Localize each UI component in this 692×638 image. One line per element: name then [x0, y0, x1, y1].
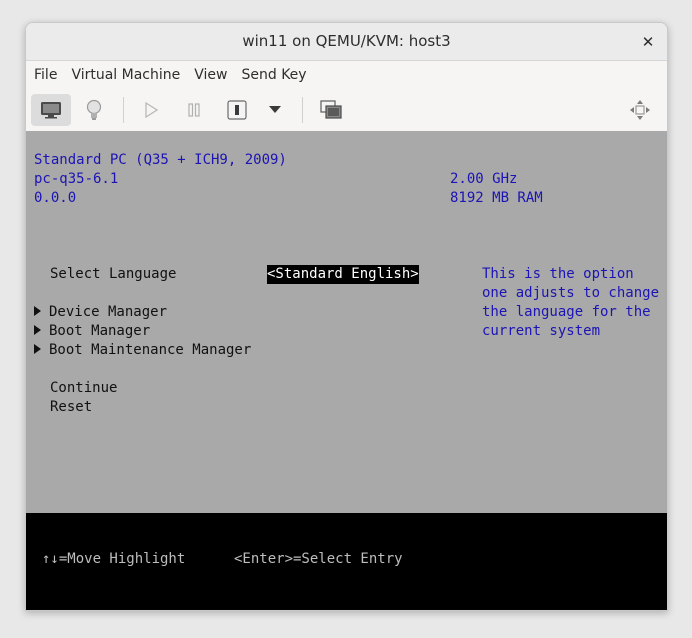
arrow-right-icon: [34, 325, 41, 335]
continue-option[interactable]: Continue: [50, 379, 117, 398]
chevron-down-icon: [269, 106, 281, 113]
language-value[interactable]: <Standard English>: [267, 265, 419, 284]
vm-display[interactable]: Standard PC (Q35 + ICH9, 2009) pc-q35-6.…: [26, 131, 667, 610]
menu-item-label: Device Manager: [49, 304, 168, 320]
help-line-3: the language for the: [482, 304, 651, 320]
platform-text: Standard PC (Q35 + ICH9, 2009): [34, 152, 287, 168]
menu-view[interactable]: View: [194, 65, 227, 85]
menu-file[interactable]: File: [34, 65, 57, 85]
run-button[interactable]: [136, 94, 166, 126]
menu-item-label: Boot Maintenance Manager: [49, 342, 252, 358]
close-icon[interactable]: ✕: [637, 31, 659, 53]
arrow-right-icon: [34, 306, 41, 316]
toolbar-separator: [302, 97, 303, 123]
select-language-label[interactable]: Select Language: [50, 265, 176, 284]
shutdown-menu-button[interactable]: [262, 94, 288, 126]
build-text: 0.0.0: [34, 190, 77, 206]
toolbar: [26, 89, 667, 132]
menu-item-label: Boot Manager: [49, 323, 151, 339]
pause-button[interactable]: [179, 94, 209, 126]
help-line-2: one adjusts to change: [482, 285, 660, 301]
window-title: win11 on QEMU/KVM: host3: [242, 32, 451, 50]
snapshot-button[interactable]: [314, 94, 348, 126]
play-icon: [145, 102, 158, 118]
menu-virtual-machine[interactable]: Virtual Machine: [71, 65, 180, 85]
fullscreen-button[interactable]: [624, 94, 656, 126]
ram-text: 8192 MB RAM: [450, 190, 543, 206]
menu-boot-maintenance-manager[interactable]: Boot Maintenance Manager: [34, 341, 251, 360]
title-bar[interactable]: win11 on QEMU/KVM: host3 ✕: [26, 23, 667, 61]
monitor-icon: [41, 102, 61, 119]
help-line-4: current system: [482, 323, 601, 339]
vm-window: win11 on QEMU/KVM: host3 ✕ File Virtual …: [25, 22, 668, 611]
help-line-1: This is the option: [482, 266, 634, 282]
lightbulb-icon: [86, 99, 102, 120]
cpu-speed-text: 2.00 GHz: [450, 171, 518, 187]
toolbar-separator: [123, 97, 124, 123]
menu-send-key[interactable]: Send Key: [241, 65, 306, 85]
menu-boot-manager[interactable]: Boot Manager: [34, 322, 150, 341]
arrow-right-icon: [34, 344, 41, 354]
version-text: pc-q35-6.1: [34, 171, 119, 187]
power-icon: [227, 100, 247, 120]
pause-icon: [188, 103, 200, 117]
reset-option[interactable]: Reset: [50, 398, 92, 417]
move-icon: [630, 100, 650, 120]
details-button[interactable]: [78, 94, 110, 126]
menu-device-manager[interactable]: Device Manager: [34, 303, 167, 322]
footer-enter-hint: <Enter>=Select Entry: [234, 551, 403, 567]
screenshot-icon: [320, 100, 342, 119]
footer-move-hint: ↑↓=Move Highlight: [42, 551, 186, 567]
bios-footer: ↑↓=Move Highlight <Enter>=Select Entry: [26, 513, 667, 610]
shutdown-button[interactable]: [222, 94, 252, 126]
console-button[interactable]: [31, 94, 71, 126]
menu-bar: File Virtual Machine View Send Key: [26, 61, 667, 89]
